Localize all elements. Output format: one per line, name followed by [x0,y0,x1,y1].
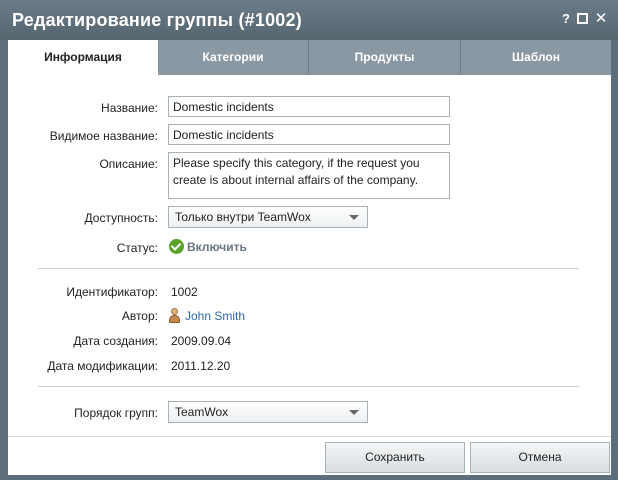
edit-group-dialog: Редактирование группы (#1002) ? ✕ Информ… [0,0,618,480]
description-textarea[interactable]: Please specify this category, if the req… [168,152,450,199]
modified-label: Дата модификации: [47,359,158,373]
description-label: Описание: [99,157,158,171]
information-panel: Название: Видимое название: Описание: Pl… [8,75,611,475]
author: John Smith [168,308,245,323]
title-bar[interactable]: Редактирование группы (#1002) ? ✕ [0,0,618,40]
tab-categories[interactable]: Категории [158,40,309,75]
status-label: Статус: [116,241,158,255]
status-toggle[interactable]: Включить [169,239,247,254]
tab-information[interactable]: Информация [8,40,158,75]
author-link[interactable]: John Smith [185,309,245,323]
close-icon[interactable]: ✕ [594,11,608,26]
save-button[interactable]: Сохранить [325,442,465,473]
tab-products[interactable]: Продукты [309,40,461,75]
created-label: Дата создания: [73,334,158,348]
cancel-button[interactable]: Отмена [470,442,610,473]
author-label: Автор: [121,309,158,323]
id-label: Идентификатор: [66,285,158,299]
modified-value: 2011.12.20 [171,359,231,373]
created-value: 2009.09.04 [171,334,232,348]
tab-bar: Информация Категории Продукты Шаблон [8,40,611,75]
availability-select[interactable]: Только внутри TeamWox [168,206,368,228]
tab-template[interactable]: Шаблон [461,40,611,75]
id-value: 1002 [171,285,198,299]
check-icon [169,239,184,254]
group-order-value: TeamWox [175,405,229,419]
divider [38,268,579,269]
name-label: Название: [101,101,158,115]
help-icon[interactable]: ? [559,12,573,26]
availability-value: Только внутри TeamWox [175,210,311,224]
divider [38,386,579,387]
group-order-label: Порядок групп: [74,406,158,420]
visible-name-label: Видимое название: [49,129,158,143]
chevron-down-icon [349,215,359,220]
visible-name-input[interactable] [168,124,450,145]
name-input[interactable] [168,96,450,117]
footer-divider [8,436,611,437]
user-icon [168,308,181,323]
availability-label: Доступность: [84,211,158,225]
dialog-title: Редактирование группы (#1002) [12,10,302,30]
chevron-down-icon [349,410,359,415]
maximize-icon[interactable] [576,12,590,26]
group-order-select[interactable]: TeamWox [168,401,368,423]
status-value: Включить [187,239,247,254]
